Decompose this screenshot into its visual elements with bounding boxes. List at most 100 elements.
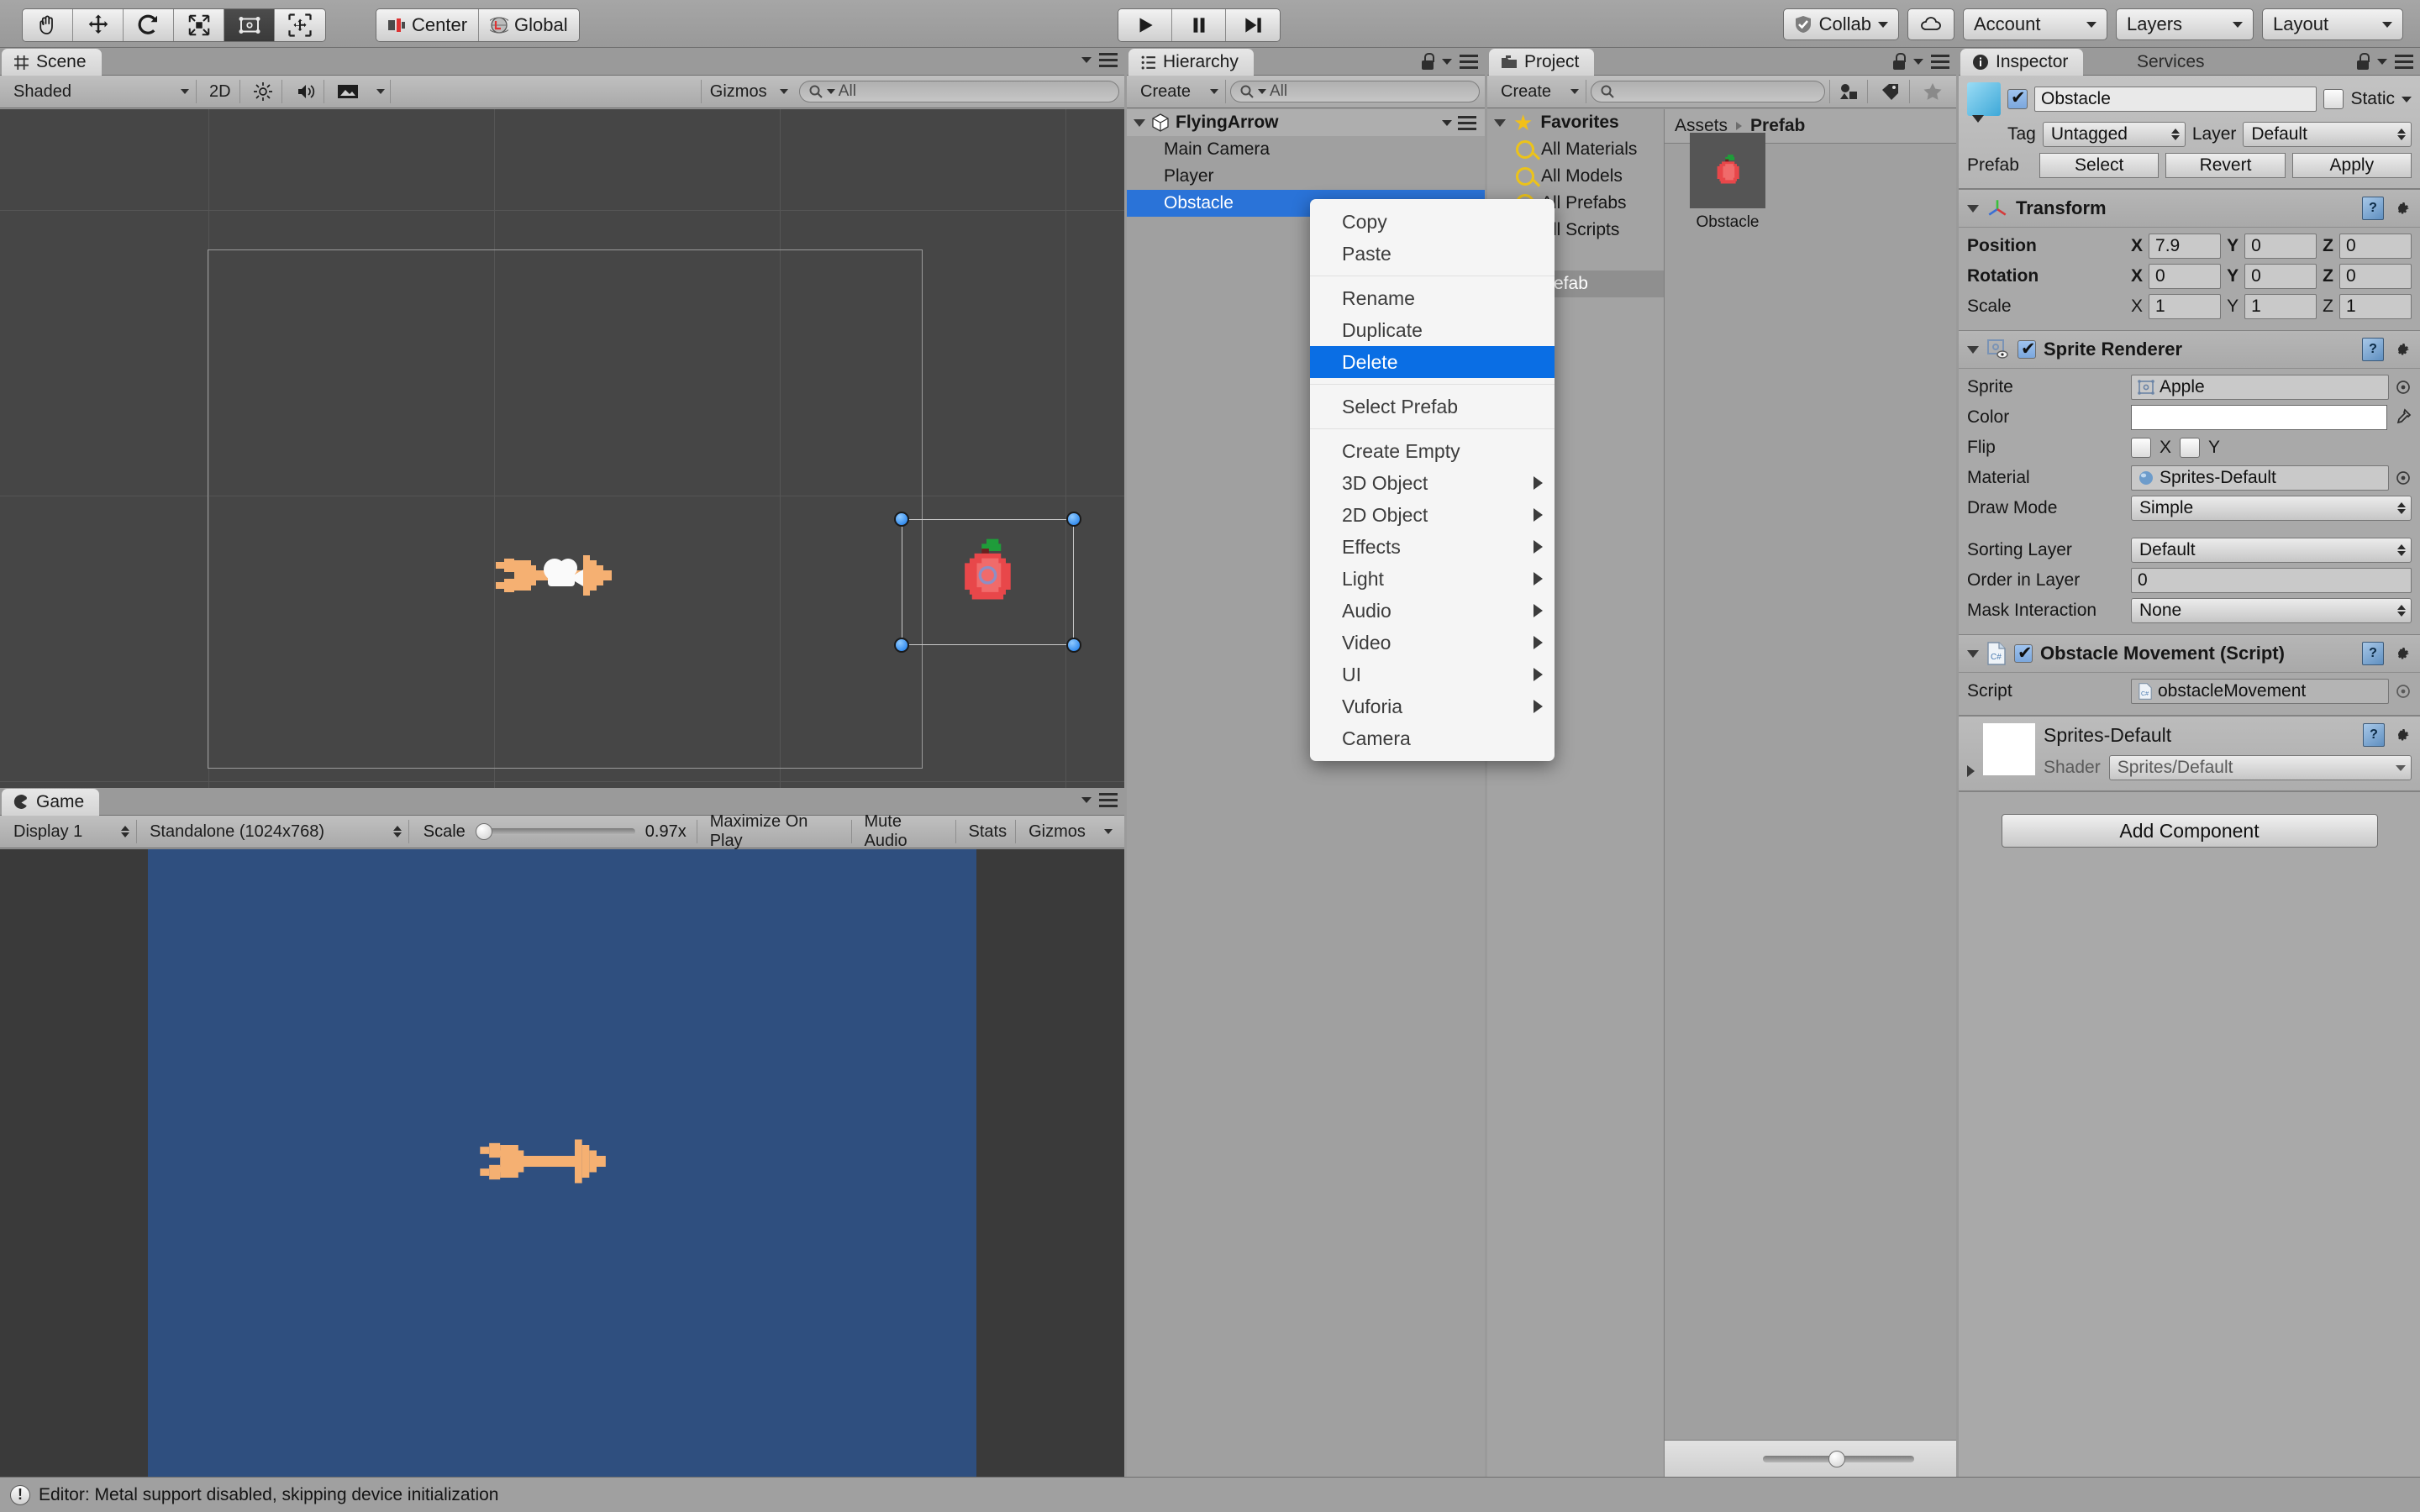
scale-slider-track[interactable]	[475, 823, 635, 840]
favorites-star-button[interactable]	[1914, 80, 1951, 103]
context-menu-item-vuforia[interactable]: Vuforia	[1310, 690, 1555, 722]
project-search-input[interactable]	[1591, 81, 1825, 102]
hierarchy-scene-row[interactable]: FlyingArrow	[1127, 109, 1485, 136]
prefab-apply-button[interactable]: Apply	[2291, 153, 2412, 178]
project-favorites-row[interactable]: ★ Favorites	[1487, 109, 1664, 136]
scene-viewport[interactable]	[0, 109, 1124, 788]
rect-tool-button[interactable]	[224, 9, 275, 41]
scale-slider-knob[interactable]	[475, 823, 492, 840]
scale-x-field[interactable]: 1	[2149, 294, 2222, 319]
rotation-z-field[interactable]: 0	[2338, 264, 2412, 289]
help-icon[interactable]: ?	[2363, 723, 2385, 747]
asset-item-obstacle[interactable]: Obstacle	[1690, 133, 1765, 232]
order-in-layer-field[interactable]: 0	[2131, 568, 2412, 593]
transform-component-header[interactable]: Transform ?	[1959, 189, 2420, 228]
shader-dropdown[interactable]: Sprites/Default	[2108, 755, 2412, 780]
chevron-down-icon[interactable]	[1967, 649, 1979, 658]
collab-button[interactable]: Collab	[1782, 8, 1899, 40]
filter-by-type-button[interactable]	[1829, 80, 1868, 103]
flip-x-checkbox[interactable]	[2131, 438, 2151, 458]
stats-button[interactable]: Stats	[960, 820, 1017, 843]
thumbnail-size-slider[interactable]	[1763, 1450, 1914, 1467]
menu-icon[interactable]	[1931, 54, 1949, 69]
context-menu-item-paste[interactable]: Paste	[1310, 238, 1555, 270]
effects-toggle-button[interactable]	[329, 80, 367, 103]
layout-button[interactable]: Layout	[2262, 8, 2403, 40]
context-menu-item-effects[interactable]: Effects	[1310, 531, 1555, 563]
project-favorite-all-materials[interactable]: All Materials	[1487, 136, 1664, 163]
chevron-down-icon[interactable]	[1081, 57, 1092, 63]
hierarchy-item-player[interactable]: Player	[1127, 163, 1485, 190]
hierarchy-create-button[interactable]: Create	[1132, 80, 1226, 103]
gear-icon[interactable]	[2391, 725, 2412, 745]
maximize-on-play-button[interactable]: Maximize On Play	[702, 812, 852, 850]
chevron-down-icon[interactable]	[1913, 58, 1923, 65]
context-menu-item-video[interactable]: Video	[1310, 627, 1555, 659]
context-menu-item-duplicate[interactable]: Duplicate	[1310, 314, 1555, 346]
script-object-field[interactable]: C# obstacleMovement	[2131, 679, 2389, 704]
chevron-down-icon[interactable]	[1442, 58, 1452, 65]
lock-icon[interactable]	[2356, 53, 2370, 70]
shading-mode-dropdown[interactable]: Shaded	[5, 80, 197, 103]
context-menu-item-camera[interactable]: Camera	[1310, 722, 1555, 754]
menu-icon[interactable]	[2395, 54, 2413, 69]
static-dropdown-icon[interactable]	[2402, 96, 2412, 102]
context-menu-item-audio[interactable]: Audio	[1310, 595, 1555, 627]
context-menu-item-select-prefab[interactable]: Select Prefab	[1310, 391, 1555, 423]
context-menu-item-copy[interactable]: Copy	[1310, 206, 1555, 238]
context-menu-item-ui[interactable]: UI	[1310, 659, 1555, 690]
scene-gizmos-dropdown[interactable]: Gizmos	[700, 80, 795, 103]
selection-handle-br[interactable]	[1066, 638, 1081, 653]
position-x-field[interactable]: 7.9	[2149, 234, 2222, 259]
gear-icon[interactable]	[2391, 198, 2412, 218]
chevron-right-icon[interactable]	[1967, 765, 1975, 777]
help-icon[interactable]: ?	[2362, 642, 2384, 665]
pivot-mode-button[interactable]: Center	[376, 9, 480, 41]
lock-icon[interactable]	[1421, 53, 1434, 70]
static-checkbox[interactable]	[2323, 89, 2344, 109]
space-mode-button[interactable]: Global	[479, 9, 579, 41]
hierarchy-item-main-camera[interactable]: Main Camera	[1127, 136, 1485, 163]
project-favorite-all-models[interactable]: All Models	[1487, 163, 1664, 190]
add-component-button[interactable]: Add Component	[2001, 814, 2378, 848]
chevron-down-icon[interactable]	[1442, 119, 1452, 126]
game-gizmos-dropdown[interactable]: Gizmos	[1020, 820, 1119, 843]
object-picker-icon[interactable]	[2395, 683, 2412, 700]
object-name-field[interactable]: Obstacle	[2034, 87, 2317, 112]
menu-icon[interactable]	[1099, 53, 1118, 67]
context-menu-item-rename[interactable]: Rename	[1310, 282, 1555, 314]
chevron-down-icon[interactable]	[1494, 118, 1506, 127]
tab-inspector[interactable]: Inspector	[1960, 49, 2084, 76]
audio-toggle-button[interactable]	[287, 80, 324, 103]
chevron-down-icon[interactable]	[1967, 204, 1979, 213]
rotate-tool-button[interactable]	[124, 9, 174, 41]
menu-icon[interactable]	[1460, 54, 1478, 69]
material-object-field[interactable]: Sprites-Default	[2131, 465, 2389, 491]
context-menu-item-delete[interactable]: Delete	[1310, 346, 1555, 378]
lighting-toggle-button[interactable]	[245, 80, 282, 103]
help-icon[interactable]: ?	[2362, 197, 2384, 220]
prefab-select-button[interactable]: Select	[2039, 153, 2160, 178]
scale-tool-button[interactable]	[174, 9, 224, 41]
prefab-revert-button[interactable]: Revert	[2165, 153, 2286, 178]
menu-icon[interactable]	[1099, 793, 1118, 807]
pause-button[interactable]	[1172, 9, 1226, 41]
tab-project[interactable]: Project	[1489, 49, 1595, 76]
resolution-dropdown[interactable]: Standalone (1024x768)	[141, 820, 409, 843]
context-menu-item-light[interactable]: Light	[1310, 563, 1555, 595]
cloud-button[interactable]	[1907, 8, 1954, 40]
tag-dropdown[interactable]: Untagged	[2042, 122, 2186, 147]
position-y-field[interactable]: 0	[2244, 234, 2317, 259]
status-bar[interactable]: ! Editor: Metal support disabled, skippi…	[0, 1477, 2420, 1512]
chevron-down-icon[interactable]	[1081, 797, 1092, 803]
object-picker-icon[interactable]	[2395, 470, 2412, 486]
tab-game[interactable]: Game	[2, 789, 100, 816]
layer-dropdown[interactable]: Default	[2243, 122, 2412, 147]
chevron-down-icon[interactable]	[1134, 118, 1145, 127]
mask-interaction-dropdown[interactable]: None	[2131, 598, 2412, 623]
help-icon[interactable]: ?	[2362, 338, 2384, 361]
gear-icon[interactable]	[2391, 339, 2412, 360]
draw-mode-dropdown[interactable]: Simple	[2131, 496, 2412, 521]
object-active-checkbox[interactable]	[2007, 87, 2028, 109]
2d-toggle-button[interactable]: 2D	[201, 80, 240, 103]
